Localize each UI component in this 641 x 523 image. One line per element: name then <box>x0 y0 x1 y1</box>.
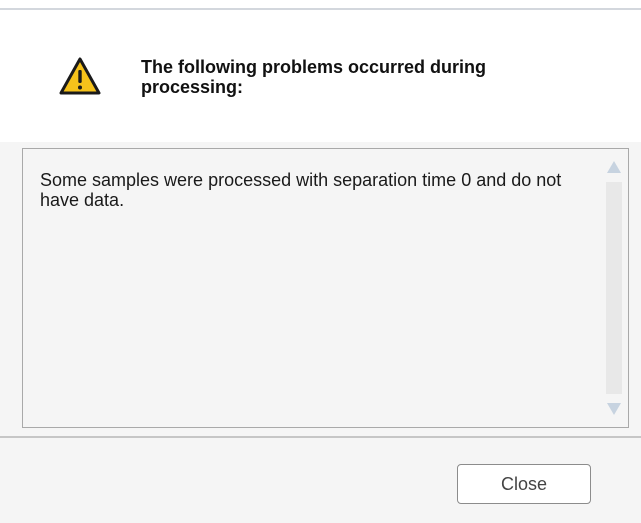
message-text-area[interactable]: Some samples were processed with separat… <box>22 148 629 428</box>
window-top-border <box>0 0 641 10</box>
scroll-up-arrow-icon[interactable] <box>606 160 622 174</box>
scroll-down-arrow-icon[interactable] <box>606 402 622 416</box>
vertical-scrollbar[interactable] <box>606 156 622 420</box>
dialog-footer: Close <box>0 438 641 523</box>
dialog-header-text: The following problems occurred during p… <box>141 57 487 97</box>
message-text: Some samples were processed with separat… <box>40 170 562 210</box>
warning-icon <box>59 57 101 95</box>
scrollbar-track[interactable] <box>606 182 622 394</box>
dialog-header: The following problems occurred during p… <box>0 10 641 142</box>
close-button[interactable]: Close <box>457 464 591 504</box>
